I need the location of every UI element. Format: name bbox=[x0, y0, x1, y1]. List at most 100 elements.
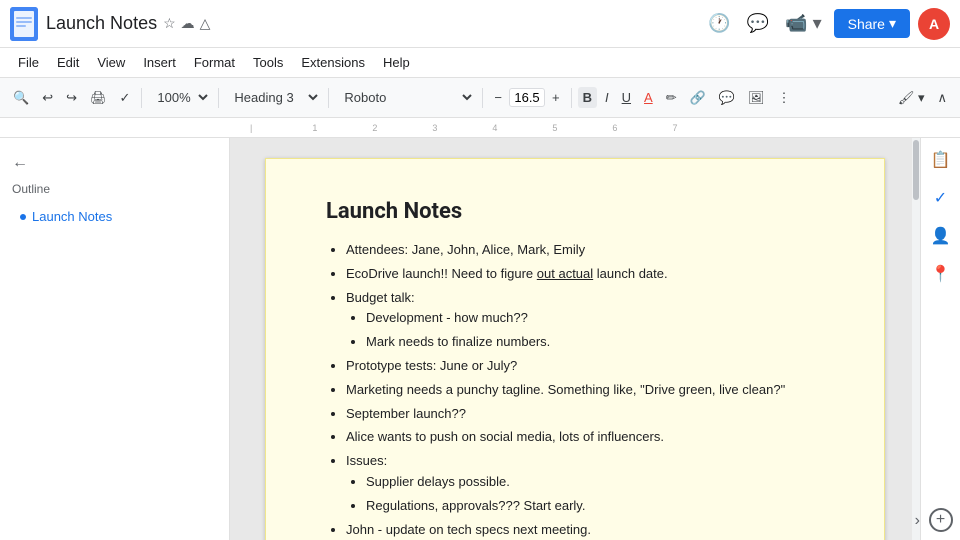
star-icon[interactable]: ☆ bbox=[163, 15, 176, 32]
list-item: EcoDrive launch!! Need to figure out act… bbox=[346, 264, 824, 285]
text-color-button[interactable]: A bbox=[639, 87, 658, 108]
scroll-thumb bbox=[913, 140, 919, 200]
title-icons: ☆ ☁ △ bbox=[163, 15, 210, 32]
doc-page-title: Launch Notes bbox=[326, 199, 824, 224]
rp-tasks-icon[interactable]: ✓ bbox=[927, 184, 955, 212]
font-size-box: − + bbox=[489, 87, 564, 108]
supplier-text: Supplier delays possible. bbox=[366, 474, 510, 489]
dev-cost-text: Development - how much?? bbox=[366, 310, 528, 325]
doc-title: Launch Notes bbox=[46, 13, 157, 34]
sidebar-outline-title: Outline bbox=[0, 178, 229, 204]
doc-app-icon bbox=[10, 7, 38, 41]
search-button[interactable]: 🔍 bbox=[8, 87, 34, 109]
ruler: | 1 2 3 4 5 6 7 bbox=[0, 118, 960, 138]
rp-contacts-icon[interactable]: 👤 bbox=[927, 222, 955, 250]
doc-content: Attendees: Jane, John, Alice, Mark, Emil… bbox=[326, 240, 824, 540]
regulations-text: Regulations, approvals??? Start early. bbox=[366, 498, 585, 513]
history-button[interactable]: 🕐 bbox=[704, 9, 734, 38]
menu-help[interactable]: Help bbox=[375, 52, 418, 73]
rp-maps-icon[interactable]: 📍 bbox=[927, 260, 955, 288]
list-item: Alice wants to push on social media, lot… bbox=[346, 427, 824, 448]
image-button[interactable]: 🖼 bbox=[743, 87, 770, 109]
list-item: Prototype tests: June or July? bbox=[346, 356, 824, 377]
list-item: September launch?? bbox=[346, 404, 824, 425]
sidebar: ← Outline Launch Notes bbox=[0, 138, 230, 540]
september-text: September launch?? bbox=[346, 406, 466, 421]
right-panel: 📋 ✓ 👤 📍 + › bbox=[920, 138, 960, 540]
menu-format[interactable]: Format bbox=[186, 52, 243, 73]
list-item: Supplier delays possible. bbox=[366, 472, 824, 493]
rp-add-button[interactable]: + bbox=[929, 508, 953, 532]
menu-extensions[interactable]: Extensions bbox=[293, 52, 373, 73]
list-item: Attendees: Jane, John, Alice, Mark, Emil… bbox=[346, 240, 824, 261]
italic-button[interactable]: I bbox=[600, 87, 614, 108]
share-label: Share bbox=[848, 16, 885, 32]
scroll-indicator[interactable] bbox=[912, 138, 920, 540]
chat-button[interactable]: 💬 bbox=[743, 9, 773, 38]
underline-button[interactable]: U bbox=[617, 87, 636, 108]
font-select[interactable]: Roboto Arial Times New Roman bbox=[335, 86, 476, 109]
attendees-text: Attendees: Jane, John, Alice, Mark, Emil… bbox=[346, 242, 585, 257]
chevron-right-icon[interactable]: › bbox=[915, 512, 920, 530]
redo-button[interactable]: ↪ bbox=[61, 87, 82, 109]
doc-area[interactable]: Launch Notes Attendees: Jane, John, Alic… bbox=[230, 138, 920, 540]
mark-numbers-text: Mark needs to finalize numbers. bbox=[366, 334, 550, 349]
font-size-increase[interactable]: + bbox=[547, 87, 565, 108]
share-button[interactable]: Share ▾ bbox=[834, 9, 910, 38]
gdrive-icon: △ bbox=[200, 15, 211, 32]
undo-button[interactable]: ↩ bbox=[37, 87, 58, 109]
john-text: John - update on tech specs next meeting… bbox=[346, 522, 591, 537]
avatar[interactable]: A bbox=[918, 8, 950, 40]
font-size-input[interactable] bbox=[509, 88, 545, 107]
share-chevron: ▾ bbox=[889, 15, 896, 32]
budget-text: Budget talk: bbox=[346, 290, 415, 305]
comment-button[interactable]: 💬 bbox=[714, 87, 740, 109]
font-size-decrease[interactable]: − bbox=[489, 87, 507, 108]
menu-tools[interactable]: Tools bbox=[245, 52, 291, 73]
menu-file[interactable]: File bbox=[10, 52, 47, 73]
menu-view[interactable]: View bbox=[89, 52, 133, 73]
alice-text: Alice wants to push on social media, lot… bbox=[346, 429, 664, 444]
meet-button[interactable]: 📹 ▾ bbox=[781, 9, 825, 38]
list-item: Issues: Supplier delays possible. Regula… bbox=[346, 451, 824, 516]
print-button[interactable]: 🖨 bbox=[85, 87, 112, 109]
marketing-text: Marketing needs a punchy tagline. Someth… bbox=[346, 382, 785, 397]
list-item: Mark needs to finalize numbers. bbox=[366, 332, 824, 353]
toolbar-separator-1 bbox=[141, 88, 142, 108]
sidebar-item-dot bbox=[20, 214, 26, 220]
link-button[interactable]: 🔗 bbox=[685, 87, 711, 109]
list-item: John - update on tech specs next meeting… bbox=[346, 520, 824, 540]
top-bar: Launch Notes ☆ ☁ △ 🕐 💬 📹 ▾ Share ▾ A bbox=[0, 0, 960, 48]
sidebar-back-button[interactable]: ← bbox=[0, 148, 229, 178]
toolbar-separator-2 bbox=[218, 88, 219, 108]
main-area: ← Outline Launch Notes Launch Notes Atte… bbox=[0, 138, 960, 540]
zoom-select[interactable]: 100% 75% 125% bbox=[148, 86, 212, 109]
toolbar-separator-5 bbox=[571, 88, 572, 108]
rp-notes-icon[interactable]: 📋 bbox=[927, 146, 955, 174]
menu-bar: File Edit View Insert Format Tools Exten… bbox=[0, 48, 960, 78]
document-page: Launch Notes Attendees: Jane, John, Alic… bbox=[265, 158, 885, 540]
issues-text: Issues: bbox=[346, 453, 387, 468]
list-item: Development - how much?? bbox=[366, 308, 824, 329]
sidebar-item-launch-notes[interactable]: Launch Notes bbox=[0, 204, 229, 229]
list-item: Marketing needs a punchy tagline. Someth… bbox=[346, 380, 824, 401]
doc-title-area: Launch Notes ☆ ☁ △ bbox=[46, 13, 210, 34]
list-item: Regulations, approvals??? Start early. bbox=[366, 496, 824, 517]
cloud-icon: ☁ bbox=[181, 15, 195, 32]
chevron-up-button[interactable]: ∧ bbox=[932, 87, 952, 109]
toolbar-separator-3 bbox=[328, 88, 329, 108]
paint-format-button[interactable]: 🖌 ▾ bbox=[893, 87, 930, 109]
more-button[interactable]: ⋮ bbox=[772, 87, 795, 109]
prototype-text: Prototype tests: June or July? bbox=[346, 358, 517, 373]
style-select[interactable]: Heading 3 Normal text Heading 1 Heading … bbox=[225, 86, 322, 109]
highlight-button[interactable]: ✏ bbox=[661, 87, 682, 109]
menu-insert[interactable]: Insert bbox=[135, 52, 184, 73]
bold-button[interactable]: B bbox=[578, 87, 597, 108]
list-item: Budget talk: Development - how much?? Ma… bbox=[346, 288, 824, 353]
toolbar: 🔍 ↩ ↪ 🖨 ✓ 100% 75% 125% Heading 3 Normal… bbox=[0, 78, 960, 118]
spellcheck-button[interactable]: ✓ bbox=[115, 87, 136, 109]
ecodrive-text: EcoDrive launch!! Need to figure out act… bbox=[346, 266, 668, 281]
menu-edit[interactable]: Edit bbox=[49, 52, 87, 73]
sidebar-item-label: Launch Notes bbox=[32, 209, 112, 224]
top-bar-right: 🕐 💬 📹 ▾ Share ▾ A bbox=[704, 8, 950, 40]
